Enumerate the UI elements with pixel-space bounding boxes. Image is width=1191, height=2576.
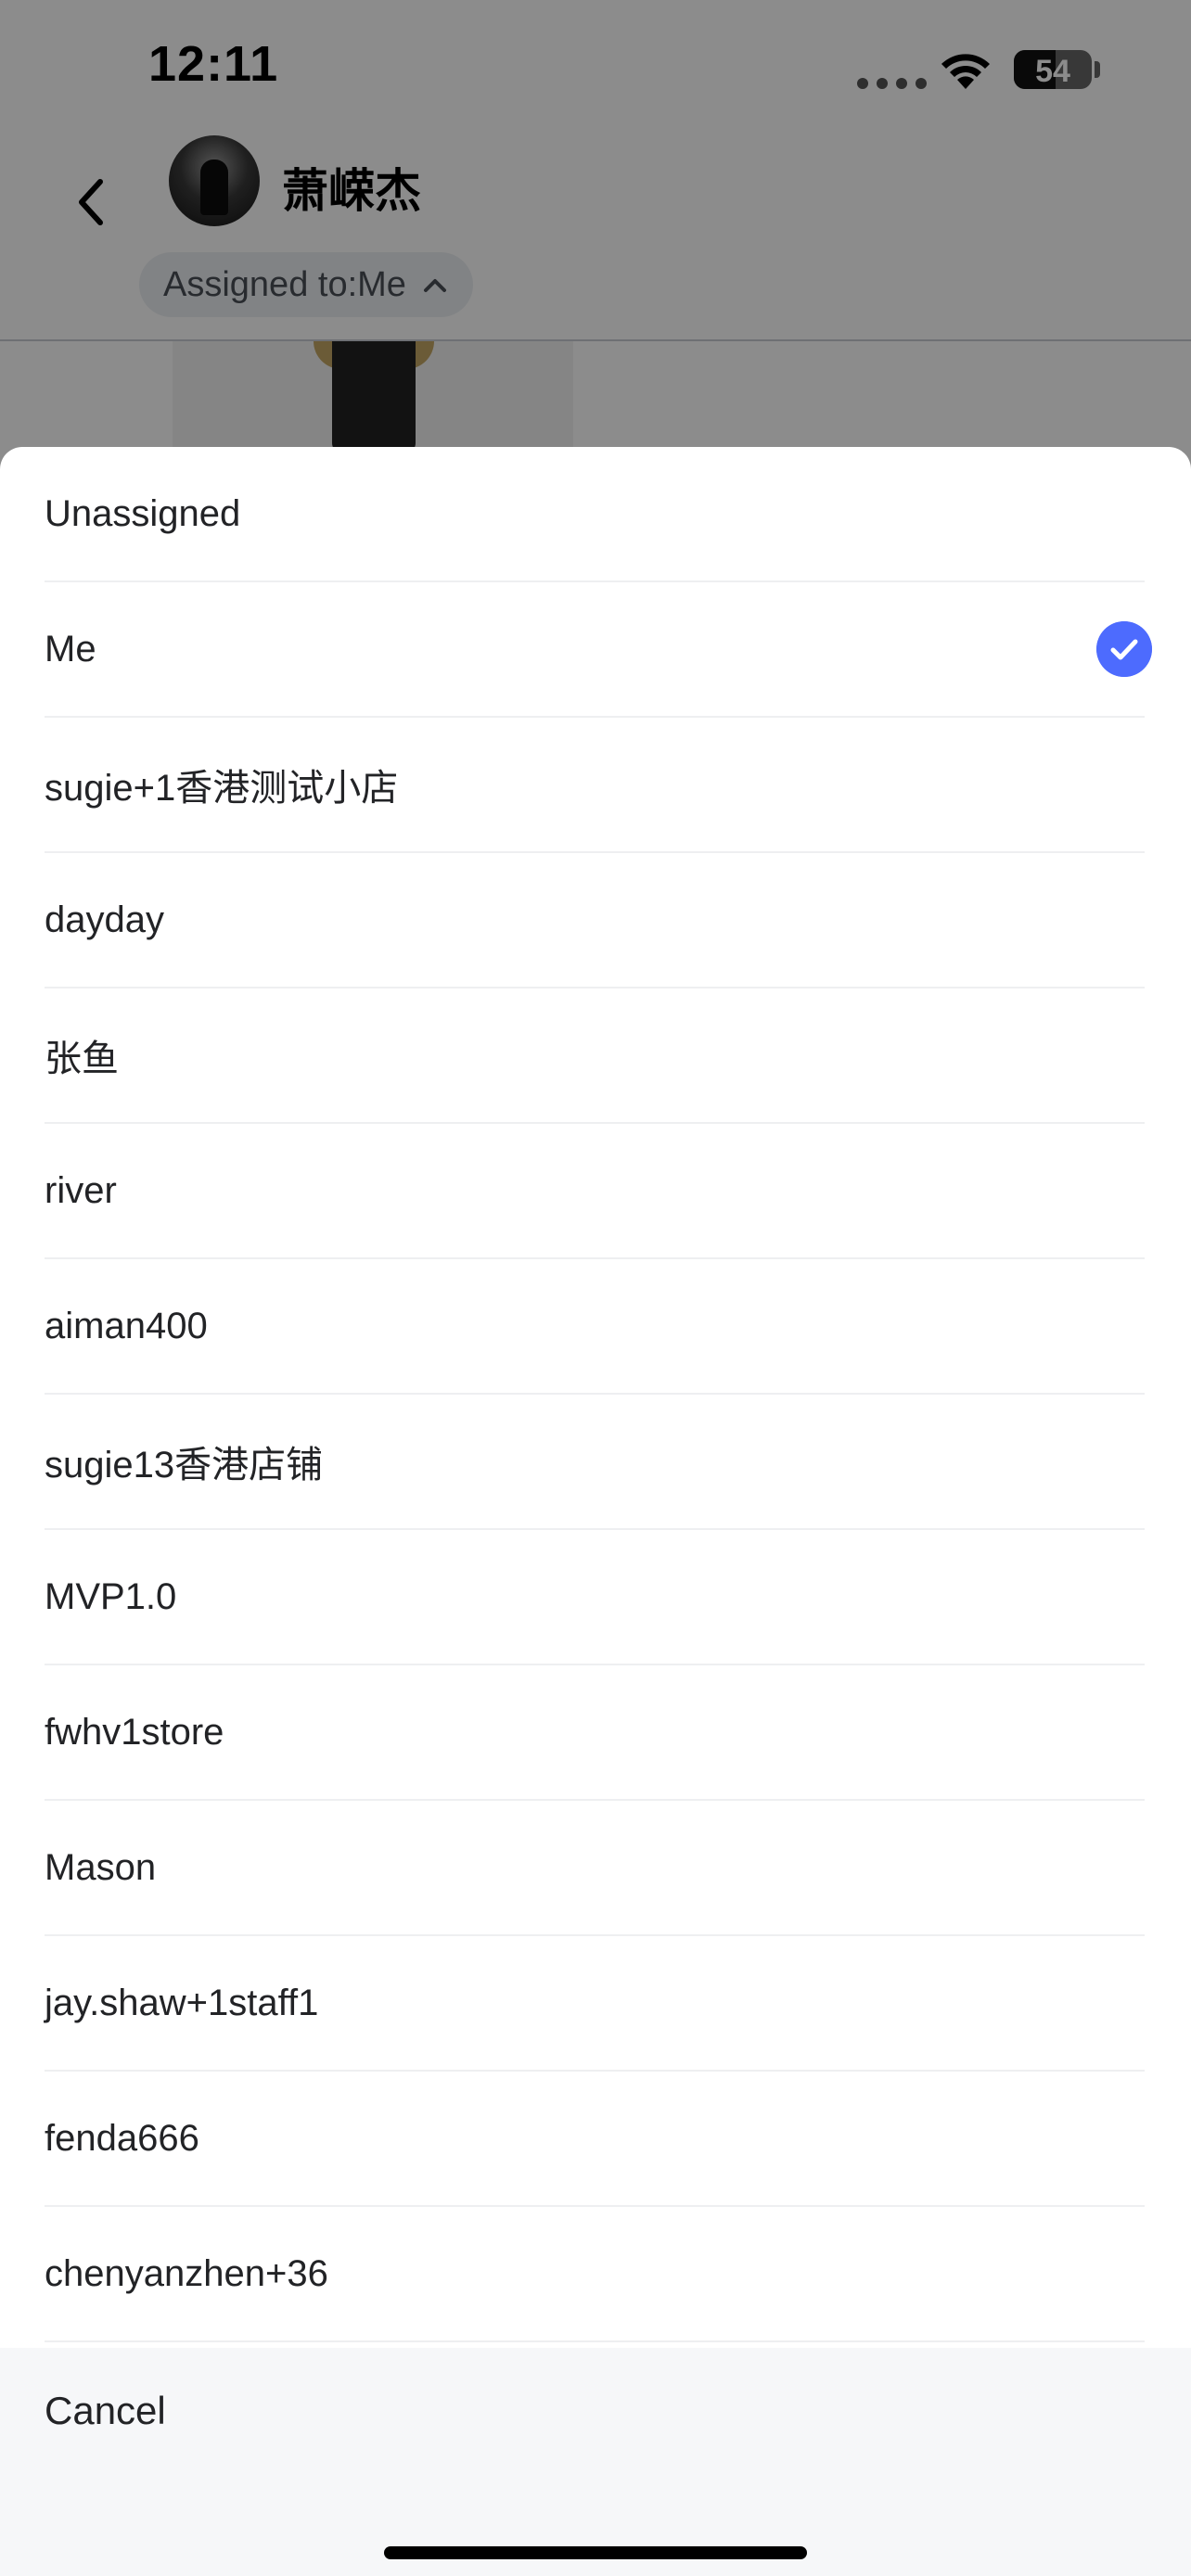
- assignee-option[interactable]: aiman400: [45, 1259, 1145, 1395]
- assignee-option[interactable]: sugie+1香港测试小店: [45, 718, 1145, 853]
- assignee-option-label: Me: [45, 628, 96, 670]
- assignee-option-label: jay.shaw+1staff1: [45, 1982, 319, 2023]
- cancel-button[interactable]: Cancel: [45, 2389, 166, 2433]
- assignee-option-label: MVP1.0: [45, 1575, 177, 1617]
- home-indicator: [384, 2546, 807, 2559]
- assignee-option[interactable]: 张鱼: [45, 988, 1145, 1124]
- assignee-list: Unassigned Me sugie+1香港测试小店 dayday 张鱼 river ai…: [0, 447, 1191, 2342]
- assignee-option-label: dayday: [45, 899, 164, 940]
- assign-action-sheet: Unassigned Me sugie+1香港测试小店 dayday 张鱼 river ai…: [0, 447, 1191, 2576]
- assignee-option[interactable]: dayday: [45, 853, 1145, 988]
- assignee-option[interactable]: chenyanzhen+36: [45, 2207, 1145, 2342]
- assignee-option[interactable]: fwhv1store: [45, 1665, 1145, 1801]
- assignee-option-label: aiman400: [45, 1305, 208, 1346]
- assignee-option[interactable]: jay.shaw+1staff1: [45, 1936, 1145, 2072]
- assignee-option[interactable]: fenda666: [45, 2072, 1145, 2207]
- assignee-option-label: sugie+1香港测试小店: [45, 768, 399, 809]
- checkmark-icon: [1096, 621, 1152, 677]
- assignee-option-label: chenyanzhen+36: [45, 2252, 328, 2294]
- assignee-option[interactable]: river: [45, 1124, 1145, 1259]
- assignee-option-label: 张鱼: [45, 1039, 119, 1079]
- assignee-option-label: Unassigned: [45, 492, 241, 534]
- cancel-area: Cancel: [0, 2348, 1191, 2576]
- assignee-option-label: Mason: [45, 1846, 157, 1888]
- assignee-option-label: fwhv1store: [45, 1711, 224, 1753]
- assignee-option[interactable]: Mason: [45, 1801, 1145, 1936]
- assignee-option-label: fenda666: [45, 2117, 199, 2159]
- assignee-option[interactable]: sugie13香港店铺: [45, 1395, 1145, 1530]
- assignee-option-label: river: [45, 1169, 117, 1211]
- assignee-option[interactable]: Me: [45, 582, 1152, 718]
- assignee-option[interactable]: Unassigned: [45, 447, 1145, 582]
- assignee-option-label: sugie13香港店铺: [45, 1445, 324, 1486]
- assignee-option[interactable]: MVP1.0: [45, 1530, 1145, 1665]
